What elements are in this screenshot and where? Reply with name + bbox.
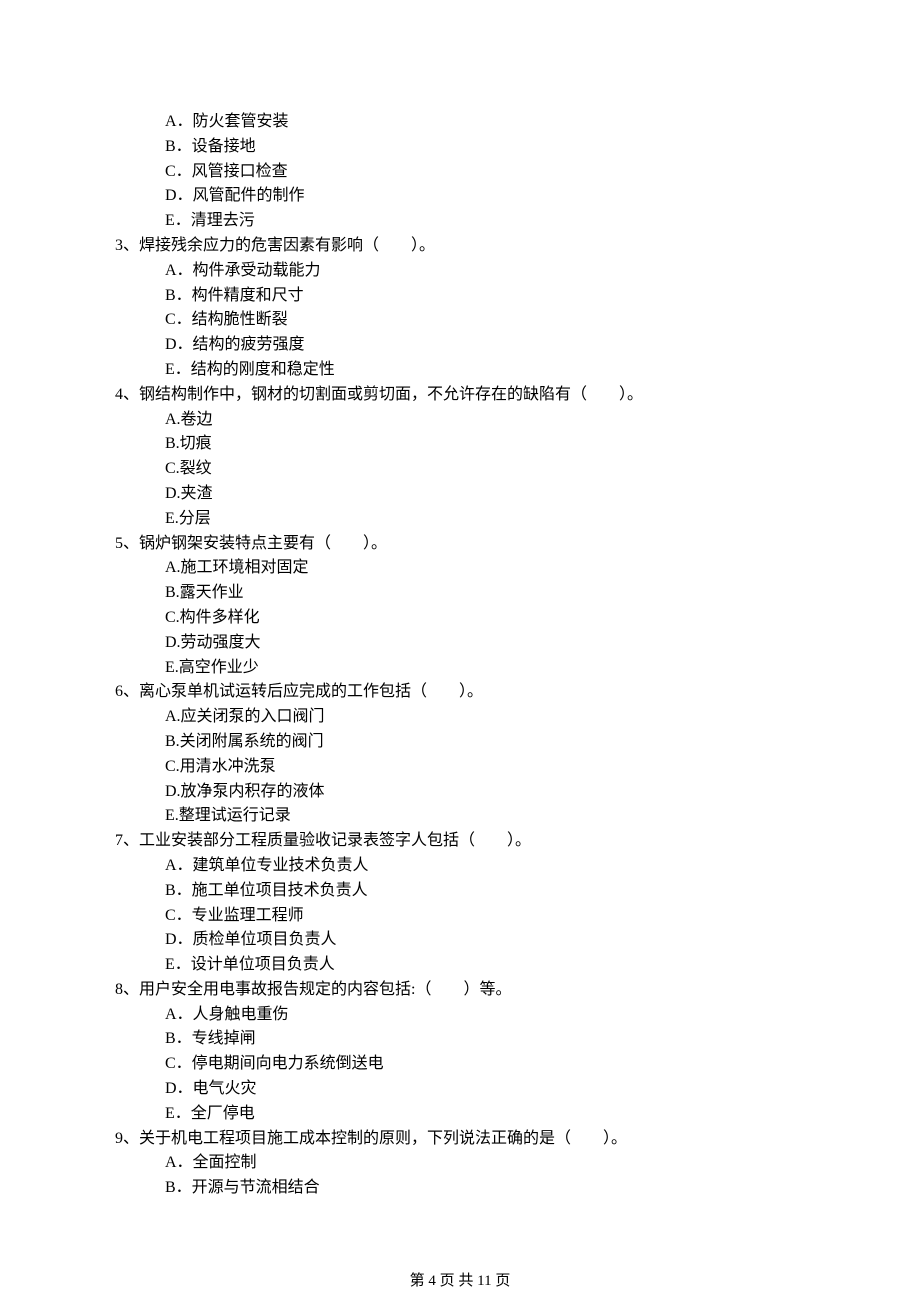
- answer-option: E．设计单位项目负责人: [115, 953, 805, 978]
- answer-option: C．结构脆性断裂: [115, 308, 805, 333]
- answer-option: D.夹渣: [115, 482, 805, 507]
- answer-option: D．结构的疲劳强度: [115, 333, 805, 358]
- answer-option: E．结构的刚度和稳定性: [115, 358, 805, 383]
- answer-option: E．全厂停电: [115, 1102, 805, 1127]
- answer-option: B．专线掉闸: [115, 1027, 805, 1052]
- answer-option: B.露天作业: [115, 581, 805, 606]
- answer-option: C．停电期间向电力系统倒送电: [115, 1052, 805, 1077]
- answer-option: D．质检单位项目负责人: [115, 928, 805, 953]
- answer-option: A.卷边: [115, 408, 805, 433]
- answer-option: A．人身触电重伤: [115, 1003, 805, 1028]
- question-stem: 3、焊接残余应力的危害因素有影响（ ）。: [115, 234, 805, 259]
- answer-option: C.用清水冲洗泵: [115, 755, 805, 780]
- answer-option: D.放净泵内积存的液体: [115, 780, 805, 805]
- answer-option: C．专业监理工程师: [115, 904, 805, 929]
- answer-option: B．构件精度和尺寸: [115, 284, 805, 309]
- page-footer: 第 4 页 共 11 页: [0, 1270, 920, 1293]
- answer-option: A．防火套管安装: [115, 110, 805, 135]
- answer-option: B．设备接地: [115, 135, 805, 160]
- answer-option: B．开源与节流相结合: [115, 1176, 805, 1201]
- answer-option: B．施工单位项目技术负责人: [115, 879, 805, 904]
- answer-option: E．清理去污: [115, 209, 805, 234]
- answer-option: A.应关闭泵的入口阀门: [115, 705, 805, 730]
- answer-option: D．风管配件的制作: [115, 184, 805, 209]
- answer-option: C.构件多样化: [115, 606, 805, 631]
- answer-option: A．建筑单位专业技术负责人: [115, 854, 805, 879]
- question-stem: 5、锅炉钢架安装特点主要有（ ）。: [115, 532, 805, 557]
- question-stem: 9、关于机电工程项目施工成本控制的原则，下列说法正确的是（ ）。: [115, 1127, 805, 1152]
- answer-option: E.高空作业少: [115, 656, 805, 681]
- question-stem: 8、用户安全用电事故报告规定的内容包括:（ ）等。: [115, 978, 805, 1003]
- answer-option: D．电气火灾: [115, 1077, 805, 1102]
- question-stem: 4、钢结构制作中，钢材的切割面或剪切面，不允许存在的缺陷有（ ）。: [115, 383, 805, 408]
- answer-option: D.劳动强度大: [115, 631, 805, 656]
- answer-option: A．构件承受动载能力: [115, 259, 805, 284]
- document-page: A．防火套管安装 B．设备接地 C．风管接口检查 D．风管配件的制作 E．清理去…: [0, 0, 920, 1302]
- answer-option: E.分层: [115, 507, 805, 532]
- answer-option: B.切痕: [115, 432, 805, 457]
- answer-option: C.裂纹: [115, 457, 805, 482]
- answer-option: E.整理试运行记录: [115, 804, 805, 829]
- answer-option: A．全面控制: [115, 1151, 805, 1176]
- answer-option: C．风管接口检查: [115, 160, 805, 185]
- question-stem: 7、工业安装部分工程质量验收记录表签字人包括（ ）。: [115, 829, 805, 854]
- question-stem: 6、离心泵单机试运转后应完成的工作包括（ ）。: [115, 680, 805, 705]
- answer-option: B.关闭附属系统的阀门: [115, 730, 805, 755]
- answer-option: A.施工环境相对固定: [115, 556, 805, 581]
